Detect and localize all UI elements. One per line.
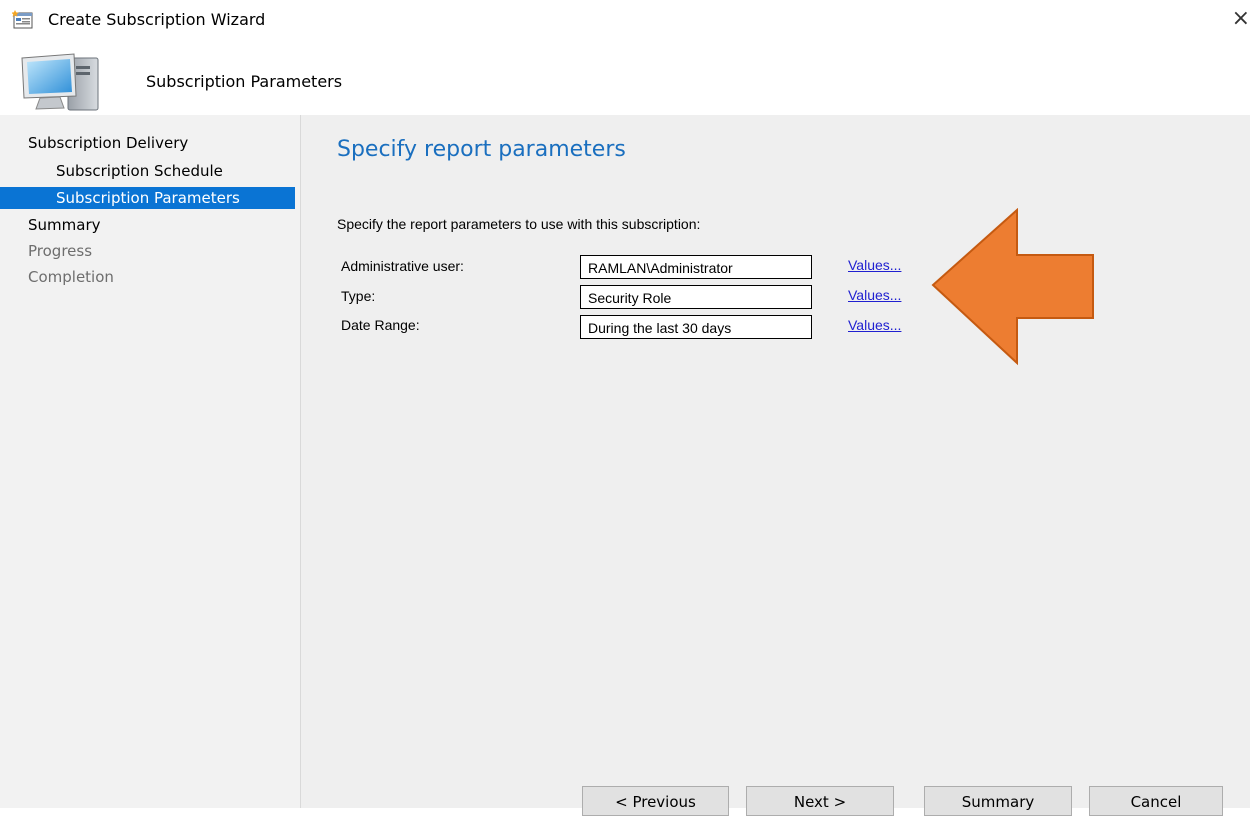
nav-step-subscription-schedule[interactable]: Subscription Schedule — [0, 160, 223, 182]
computer-icon — [21, 53, 99, 111]
values-link-administrative-user[interactable]: Values... — [848, 257, 901, 273]
next-button[interactable]: Next > — [746, 786, 894, 816]
summary-button[interactable]: Summary — [924, 786, 1072, 816]
wizard-icon — [12, 10, 33, 29]
cancel-button[interactable]: Cancel — [1089, 786, 1223, 816]
page-heading: Specify report parameters — [337, 137, 626, 162]
wizard-steps-nav: Subscription Delivery Subscription Sched… — [0, 115, 301, 808]
param-value-type[interactable]: Security Role — [580, 285, 812, 309]
nav-step-completion: Completion — [28, 268, 114, 286]
nav-step-subscription-parameters[interactable]: Subscription Parameters — [0, 187, 295, 209]
wizard-header: Subscription Parameters — [0, 42, 1250, 114]
window-title: Create Subscription Wizard — [48, 10, 266, 29]
close-icon[interactable]: × — [1230, 4, 1250, 34]
values-link-type[interactable]: Values... — [848, 287, 901, 303]
param-label-administrative-user: Administrative user: — [341, 258, 464, 274]
nav-step-subscription-delivery[interactable]: Subscription Delivery — [0, 132, 188, 154]
title-bar: Create Subscription Wizard × — [0, 0, 1250, 42]
param-label-type: Type: — [341, 288, 376, 304]
wizard-content: Specify report parameters Specify the re… — [301, 115, 1250, 816]
annotation-arrow-icon — [931, 208, 1094, 366]
param-value-date-range[interactable]: During the last 30 days — [580, 315, 812, 339]
page-description: Specify the report parameters to use wit… — [337, 216, 701, 232]
nav-step-progress: Progress — [28, 242, 93, 260]
param-value-administrative-user[interactable]: RAMLAN\Administrator — [580, 255, 812, 279]
values-link-date-range[interactable]: Values... — [848, 317, 901, 333]
nav-step-summary[interactable]: Summary — [0, 214, 101, 236]
page-subtitle: Subscription Parameters — [146, 72, 343, 91]
param-label-date-range: Date Range: — [341, 317, 420, 333]
previous-button[interactable]: < Previous — [582, 786, 729, 816]
